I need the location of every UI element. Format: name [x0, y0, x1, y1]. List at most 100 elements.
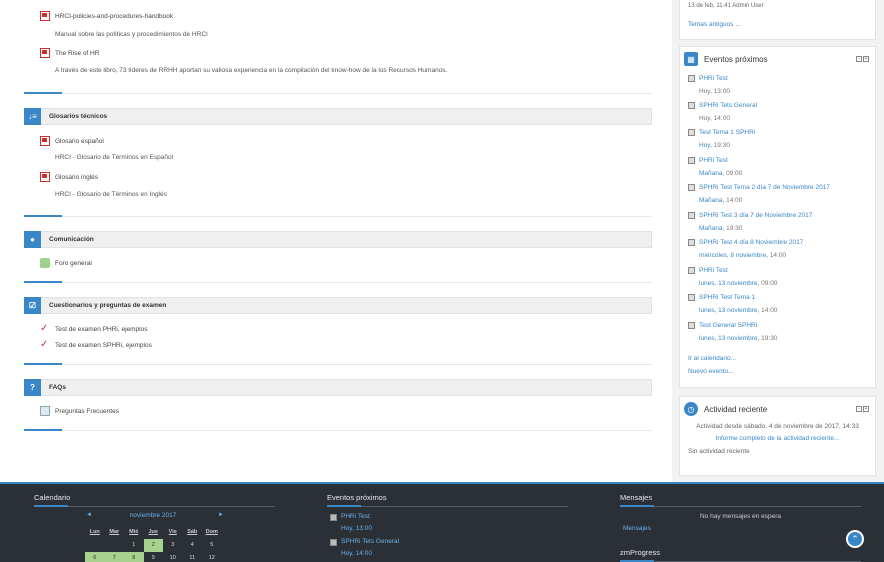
- old-topics-link[interactable]: Temas antiguos ...: [688, 21, 741, 28]
- calendar-day[interactable]: 7: [104, 552, 124, 562]
- event-time: , 09:00: [722, 170, 743, 177]
- event-date-link[interactable]: Mañana: [699, 170, 723, 177]
- calendar-day[interactable]: 2: [143, 539, 163, 552]
- calendar-day[interactable]: 10: [163, 552, 183, 562]
- event-name-link[interactable]: Test Tema 1 SPHRi: [699, 129, 755, 136]
- event-date-link[interactable]: miércoles, 8 noviembre: [699, 252, 766, 259]
- section-header-glosarios[interactable]: ↓≡ Glosarios técnicos: [24, 107, 652, 125]
- news-meta: 13 de feb, 11:41 Admin User: [688, 3, 764, 9]
- event-name-link[interactable]: SPHRi Test 3 día 7 de Noviembre 2017: [699, 212, 812, 219]
- calendar-icon: ▦: [684, 52, 698, 66]
- calendar-day-header: Vie: [168, 529, 177, 535]
- calendar-event-icon: [688, 157, 695, 164]
- resource-link[interactable]: Glosario español: [40, 136, 104, 146]
- calendar-title: Calendario: [34, 493, 71, 502]
- event-name-link[interactable]: Test General SPHRi: [699, 322, 757, 329]
- resource-link[interactable]: HRCI-policies-and-procedures-handbook: [40, 11, 173, 21]
- calendar-day[interactable]: 6: [85, 552, 105, 562]
- event-name-link[interactable]: PHRi Test: [699, 157, 728, 164]
- event-name-link[interactable]: SPHRi Test 4 día 8 Noviembre 2017: [699, 239, 803, 246]
- footer-events-title: Eventos próximos: [327, 493, 387, 502]
- resource-description: HRCI - Glosario de Términos en Inglés: [55, 191, 167, 198]
- resource-name: The Rise of HR: [55, 49, 100, 57]
- collapse-icon[interactable]: -: [856, 406, 862, 412]
- calendar-day[interactable]: 4: [183, 539, 203, 552]
- event-name-link[interactable]: SPHRi Test Tema 2 día 7 de Noviembre 201…: [699, 184, 830, 191]
- event-name-link[interactable]: PHRi Test: [699, 267, 728, 274]
- calendar-day[interactable]: 11: [183, 552, 203, 562]
- event-date: Hoy, 14:00: [699, 115, 730, 122]
- event-date-link[interactable]: Hoy: [699, 142, 710, 149]
- event-name-link[interactable]: SPHRi Tets General: [341, 538, 399, 545]
- calendar-day[interactable]: 1: [124, 539, 144, 552]
- quiz-link[interactable]: ✓ Test de examen PHRi, ejemplos: [40, 324, 148, 334]
- resource-name: Glosario inglés: [55, 173, 98, 181]
- pdf-icon: [40, 172, 50, 182]
- dock-icon[interactable]: +: [863, 56, 869, 62]
- calendar-event-icon: [688, 212, 695, 219]
- users-icon: ●: [24, 230, 41, 248]
- dock-icon[interactable]: +: [863, 406, 869, 412]
- resource-link[interactable]: The Rise of HR: [40, 48, 99, 58]
- block-controls: - +: [856, 56, 869, 62]
- footer: Calendario ◄ noviembre 2017 ► Lun Mar Mié J…: [0, 482, 884, 562]
- clock-icon: ◷: [684, 402, 698, 416]
- event-date-link[interactable]: Hoy, 13:00: [341, 525, 372, 532]
- news-block: 13 de feb, 11:41 Admin User Temas antigu…: [679, 0, 876, 40]
- new-event-link[interactable]: Nuevo evento...: [688, 368, 734, 375]
- event-name-link[interactable]: SPHRi Test Tema 1: [699, 294, 755, 301]
- footer-divider: [327, 505, 568, 507]
- calendar-day[interactable]: 12: [202, 552, 222, 562]
- event-name-link[interactable]: PHRi Test: [699, 75, 728, 82]
- calendar-month[interactable]: noviembre 2017: [85, 512, 221, 519]
- event-date-link[interactable]: Mañana: [699, 225, 723, 232]
- messages-link[interactable]: Mensajes: [623, 525, 651, 532]
- goto-calendar-link[interactable]: Ir al calendario...: [688, 355, 736, 362]
- section-title: Cuestionarios y preguntas de examen: [49, 302, 167, 309]
- page-icon: [40, 406, 50, 416]
- block-title: Eventos próximos: [704, 54, 768, 64]
- sort-icon: ↓≡: [24, 107, 41, 125]
- activity-since: Actividad desde sábado, 4 de noviembre d…: [696, 423, 859, 430]
- footer-divider: [620, 505, 861, 507]
- event-date: Mañana, 19:30: [699, 225, 742, 232]
- calendar-day[interactable]: 9: [144, 552, 164, 562]
- event-date-link[interactable]: lunes, 13 noviembre: [699, 280, 758, 287]
- section-header-comunicacion[interactable]: ● Comunicación: [24, 230, 652, 248]
- block-header: ◷ Actividad reciente - +: [680, 397, 875, 421]
- event-date: lunes, 13 noviembre, 19:30: [699, 335, 777, 342]
- event-name-link[interactable]: SPHRi Tets General: [699, 102, 757, 109]
- section-header-faqs[interactable]: ? FAQs: [24, 378, 652, 396]
- scroll-to-top-button[interactable]: ⌃: [846, 530, 864, 548]
- next-month-icon[interactable]: ►: [218, 512, 224, 518]
- resource-link[interactable]: Glosario inglés: [40, 172, 98, 182]
- page-link[interactable]: Preguntas Frecuentes: [40, 406, 119, 416]
- upcoming-events-block: ▦ Eventos próximos - + PHRi Test Hoy, 13:…: [679, 46, 876, 388]
- event-date-link[interactable]: Mañana: [699, 197, 723, 204]
- footer-divider: [34, 505, 275, 507]
- checkbox-icon: ☑: [24, 296, 41, 314]
- collapse-icon[interactable]: -: [856, 56, 862, 62]
- resource-name: Test de examen PHRi, ejemplos: [55, 325, 148, 333]
- activity-report-link[interactable]: Informe completo de la actividad recient…: [680, 435, 875, 442]
- forum-link[interactable]: Foro general: [40, 258, 92, 268]
- event-date-link[interactable]: lunes, 13 noviembre: [699, 307, 758, 314]
- calendar-event-icon: [688, 322, 695, 329]
- event-date-link[interactable]: Hoy, 14:00: [341, 550, 372, 557]
- calendar-day[interactable]: 5: [202, 539, 222, 552]
- section-header-cuestionarios[interactable]: ☑ Cuestionarios y preguntas de examen: [24, 296, 652, 314]
- event-date: Hoy, 13:00: [699, 88, 730, 95]
- calendar-event-icon: [330, 514, 337, 521]
- section-divider: [24, 281, 652, 283]
- section-title: Glosarios técnicos: [49, 113, 108, 120]
- quiz-link[interactable]: ✓ Test de examen SPHRi, ejemplos: [40, 340, 152, 350]
- calendar-day[interactable]: 8: [124, 552, 144, 562]
- event-date: lunes, 13 noviembre, 14:00: [699, 307, 777, 314]
- event-time: , 14:00: [757, 307, 778, 314]
- resource-description: Manual sobre las políticas y procedimien…: [55, 31, 208, 38]
- event-date-link[interactable]: lunes, 13 noviembre: [699, 335, 758, 342]
- event-time: , 19:30: [722, 225, 743, 232]
- calendar-day[interactable]: 3: [163, 539, 183, 552]
- event-time: , 09:00: [757, 280, 778, 287]
- event-name-link[interactable]: PHRi Test: [341, 513, 370, 520]
